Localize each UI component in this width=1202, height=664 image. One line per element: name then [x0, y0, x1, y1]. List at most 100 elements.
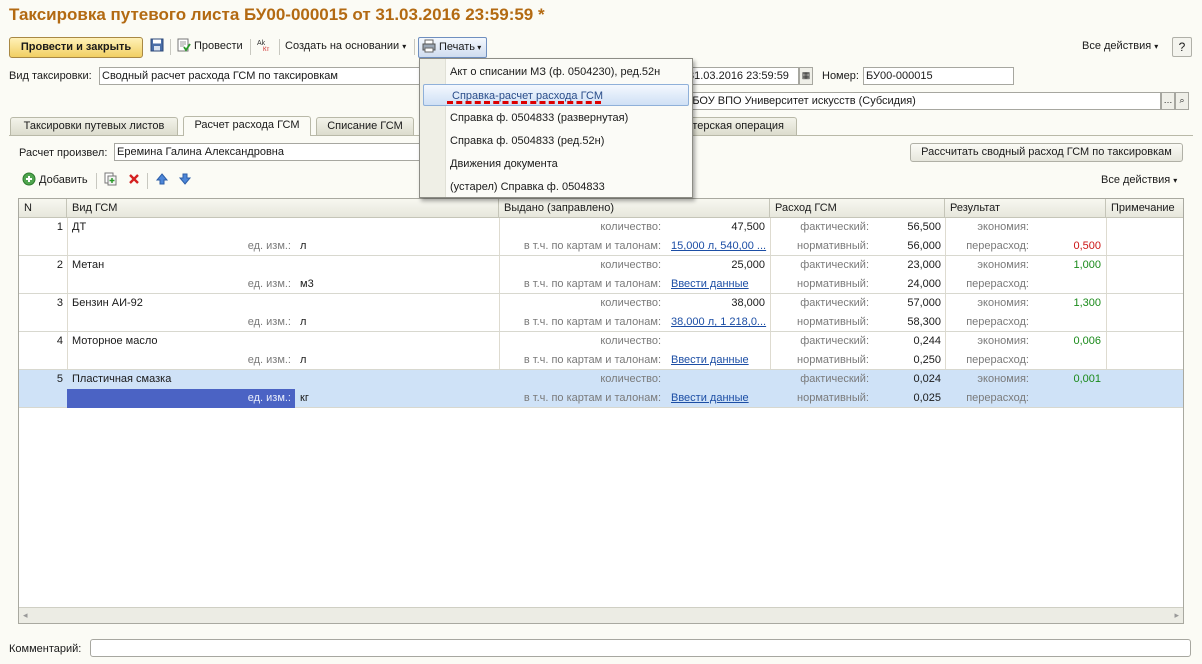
actual-value: 0,024	[913, 373, 941, 385]
tax-type-field[interactable]: Сводный расчет расхода ГСМ по таксировка…	[99, 67, 429, 85]
print-label: Печать	[439, 41, 476, 53]
col-n-header[interactable]: N	[19, 199, 67, 218]
overrun-value	[1035, 313, 1101, 332]
unit-label: ед. изм.:	[247, 278, 291, 290]
col-issued-header[interactable]: Выдано (заправлено)	[499, 199, 770, 218]
menu-item-statement-52n[interactable]: Справка ф. 0504833 (ред.52н)	[450, 130, 604, 152]
chevron-down-icon: ▾	[1154, 42, 1159, 51]
chevron-down-icon: ▾	[402, 42, 407, 51]
col-consumption-header[interactable]: Расход ГСМ	[770, 199, 945, 218]
row-number: 3	[56, 297, 63, 309]
row-number: 5	[56, 373, 63, 385]
horizontal-scrollbar[interactable]: ◂ ▸	[19, 607, 1183, 623]
saving-value: 1,300	[1073, 297, 1101, 309]
cards-label: в т.ч. по картам и талонам:	[523, 392, 661, 404]
chevron-down-icon: ▾	[1173, 176, 1178, 185]
qty-value: 38,000	[731, 297, 765, 309]
cards-link[interactable]: 38,000 л, 1 218,0...	[671, 313, 767, 332]
saving-label: экономия:	[977, 335, 1029, 347]
post-and-close-button[interactable]: Провести и закрыть	[9, 37, 143, 58]
recalc-fuel-button[interactable]: Рассчитать сводный расход ГСМ по таксиро…	[910, 143, 1183, 162]
scroll-right-icon[interactable]: ▸	[1174, 610, 1179, 621]
unit-value: кг	[300, 392, 309, 404]
print-button[interactable]: Печать ▾	[418, 37, 487, 58]
number-field[interactable]: БУ00-000015	[863, 67, 1014, 85]
table-row[interactable]: 2 Метан ед. изм.: м3 количество: 25,000 в т.ч.…	[19, 256, 1183, 294]
svg-text:Кт: Кт	[263, 47, 269, 52]
qty-label: количество:	[600, 221, 661, 233]
date-field[interactable]: 31.03.2016 23:59:59	[685, 67, 799, 85]
calendar-icon[interactable]: ▦	[799, 67, 813, 85]
saving-label: экономия:	[977, 297, 1029, 309]
unit-value: л	[300, 316, 307, 328]
save-icon[interactable]	[150, 37, 167, 57]
institution-field[interactable]: ФГБОУ ВПО Университет искусств (Субсидия…	[675, 92, 1161, 110]
comment-label: Комментарий:	[9, 643, 82, 655]
menu-item-act-writeoff[interactable]: Акт о списании МЗ (ф. 0504230), ред.52н	[450, 61, 660, 83]
qty-value: 47,500	[731, 221, 765, 233]
copy-row-icon[interactable]	[103, 171, 120, 189]
open-search-icon[interactable]: ⌕	[1175, 92, 1189, 110]
norm-label: нормативный:	[797, 240, 869, 252]
cards-link[interactable]: Ввести данные	[671, 389, 767, 408]
saving-label: экономия:	[977, 373, 1029, 385]
dt-kt-icon[interactable]: Ak Кт	[257, 37, 274, 57]
cards-link[interactable]: 15,000 л, 540,00 ...	[671, 237, 767, 256]
norm-value: 58,300	[907, 316, 941, 328]
row-number: 1	[56, 221, 63, 233]
comment-field[interactable]	[90, 639, 1191, 657]
col-note-header[interactable]: Примечание	[1106, 199, 1183, 218]
menu-item-document-movements[interactable]: Движения документа	[450, 153, 558, 175]
help-button[interactable]: ?	[1172, 37, 1192, 57]
qty-label: количество:	[600, 297, 661, 309]
saving-value: 1,000	[1073, 259, 1101, 271]
norm-label: нормативный:	[797, 354, 869, 366]
actual-value: 57,000	[907, 297, 941, 309]
tab-fuel-calculation[interactable]: Расчет расхода ГСМ	[183, 116, 311, 136]
norm-value: 56,000	[907, 240, 941, 252]
actual-value: 0,244	[913, 335, 941, 347]
print-menu: Акт о списании МЗ (ф. 0504230), ред.52н …	[419, 58, 693, 198]
table-row[interactable]: 1 ДТ ед. изм.: л количество: 47,500 в т.ч. по …	[19, 218, 1183, 256]
overrun-label: перерасход:	[966, 354, 1029, 366]
menu-item-statement-expanded[interactable]: Справка ф. 0504833 (развернутая)	[450, 107, 628, 129]
actual-label: фактический:	[800, 373, 869, 385]
tab-fuel-writeoff[interactable]: Списание ГСМ	[316, 117, 414, 135]
overrun-value	[1035, 351, 1101, 370]
unit-label: ед. изм.:	[247, 240, 291, 252]
col-result-header[interactable]: Результат	[945, 199, 1106, 218]
actual-label: фактический:	[800, 221, 869, 233]
fuel-calculation-table[interactable]: N Вид ГСМ Выдано (заправлено) Расход ГСМ…	[18, 198, 1184, 624]
tab-waybill-taxations[interactable]: Таксировки путевых листов	[10, 117, 178, 135]
unit-label: ед. изм.:	[247, 354, 291, 366]
move-up-icon[interactable]	[155, 171, 172, 189]
scroll-left-icon[interactable]: ◂	[23, 610, 28, 621]
overrun-label: перерасход:	[966, 392, 1029, 404]
menu-item-statement-obsolete[interactable]: (устарел) Справка ф. 0504833	[450, 176, 605, 198]
cards-label: в т.ч. по картам и талонам:	[523, 354, 661, 366]
cards-label: в т.ч. по картам и талонам:	[523, 278, 661, 290]
col-fuel-header[interactable]: Вид ГСМ	[67, 199, 499, 218]
qty-value: 25,000	[731, 259, 765, 271]
fuel-name: Моторное масло	[72, 335, 158, 347]
select-ellipsis-button[interactable]: …	[1161, 92, 1175, 110]
cards-link[interactable]: Ввести данные	[671, 275, 767, 294]
add-row-button[interactable]: Добавить	[22, 171, 88, 189]
table-row[interactable]: 4 Моторное масло ед. изм.: л количество: в т.…	[19, 332, 1183, 370]
add-icon	[22, 172, 36, 186]
fuel-name: ДТ	[72, 221, 87, 233]
all-actions-menu[interactable]: Все действия ▾	[1082, 37, 1158, 57]
grid-all-actions-label: Все действия	[1101, 174, 1171, 186]
grid-all-actions-menu[interactable]: Все действия ▾	[1101, 171, 1177, 189]
cards-link[interactable]: Ввести данные	[671, 351, 767, 370]
create-based-on-button[interactable]: Создать на основании ▾	[285, 37, 406, 57]
move-down-icon[interactable]	[178, 171, 195, 189]
add-label: Добавить	[39, 174, 88, 186]
norm-value: 0,025	[913, 392, 941, 404]
norm-label: нормативный:	[797, 316, 869, 328]
delete-row-icon[interactable]	[127, 171, 144, 189]
post-button[interactable]: Провести	[177, 37, 243, 57]
table-row[interactable]: 3 Бензин АИ-92 ед. изм.: л количество: 38,000…	[19, 294, 1183, 332]
produced-by-field[interactable]: Еремина Галина Александровна	[114, 143, 420, 161]
table-row[interactable]: 5 Пластичная смазка ед. изм.: кг количество:…	[19, 370, 1183, 408]
